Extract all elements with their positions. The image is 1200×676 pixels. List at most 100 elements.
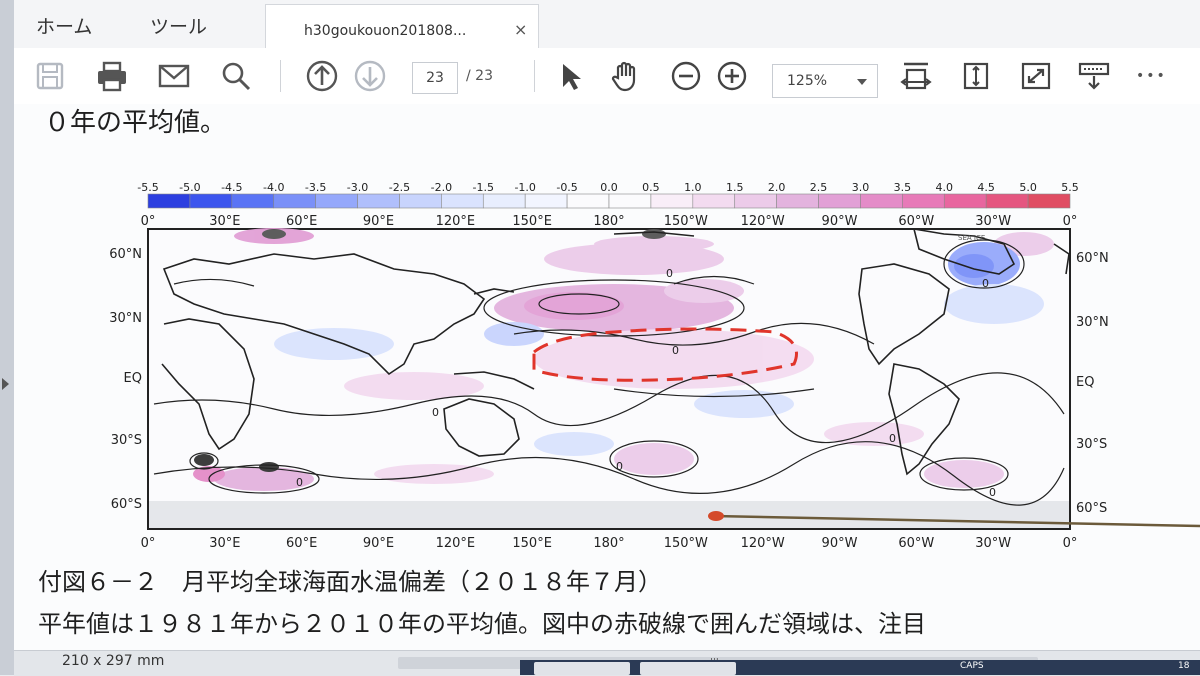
- colorbar-swatch: [1027, 193, 1071, 209]
- colorbar-swatch: [315, 193, 358, 209]
- contour-label: 0: [982, 277, 989, 290]
- menu-tools[interactable]: ツール: [150, 12, 207, 39]
- colorbar-swatch: [943, 193, 987, 209]
- x-tick-label-top: 0°: [141, 214, 156, 229]
- x-tick-label-bottom: 120°W: [741, 536, 785, 551]
- x-tick-label-top: 30°E: [209, 214, 240, 229]
- caps-indicator: CAPS: [960, 661, 984, 671]
- x-tick-label-bottom: 60°E: [286, 536, 317, 551]
- colorbar-tick-label: 3.5: [894, 181, 912, 194]
- colorbar-tick-label: -2.0: [431, 181, 452, 194]
- mail-icon[interactable]: [156, 58, 192, 94]
- page-up-icon[interactable]: [304, 58, 340, 94]
- select-arrow-icon[interactable]: [552, 58, 588, 94]
- x-tick-label-bottom: 30°E: [209, 536, 240, 551]
- x-tick-label-bottom: 0°: [1063, 536, 1078, 551]
- toolbar-separator: [280, 60, 281, 92]
- chevron-down-icon: [857, 79, 867, 85]
- page-down-icon[interactable]: [352, 58, 388, 94]
- contour-label: 0: [296, 476, 303, 489]
- x-tick-label-top: 60°E: [286, 214, 317, 229]
- colorbar-tick-label: 1.5: [726, 181, 744, 194]
- x-tick-label-bottom: 90°W: [822, 536, 858, 551]
- y-tick-label-right: 60°N: [1076, 251, 1109, 266]
- document-body-line: 平年値は１９８１年から２０１０年の平均値。図中の赤破線で囲んだ領域は、注目: [38, 610, 926, 638]
- search-icon[interactable]: [218, 58, 254, 94]
- colorbar-tick-label: 5.0: [1019, 181, 1037, 194]
- colorbar-tick-label: -5.5: [137, 181, 158, 194]
- document-tab[interactable]: h30goukouon201808... ×: [265, 4, 539, 49]
- colorbar-swatch: [524, 193, 568, 209]
- colorbar-tick-label: -1.5: [473, 181, 494, 194]
- save-icon[interactable]: [32, 58, 68, 94]
- colorbar-tick-label: 2.5: [810, 181, 828, 194]
- expand-panel-arrow-icon[interactable]: [2, 378, 9, 390]
- fullscreen-icon[interactable]: [1018, 58, 1054, 94]
- pointer-tip: [708, 511, 724, 521]
- document-tab-title: h30goukouon201808...: [304, 23, 467, 39]
- x-tick-label-top: 0°: [1063, 214, 1078, 229]
- colorbar-tick-label: -3.5: [305, 181, 326, 194]
- clock-label: 18: [1178, 661, 1190, 671]
- colorbar-swatch: [441, 193, 484, 209]
- y-tick-label-left: 30°S: [111, 433, 142, 448]
- x-tick-label-top: 30°W: [975, 214, 1011, 229]
- page-total-label: / 23: [466, 68, 493, 84]
- x-tick-label-bottom: 150°E: [512, 536, 552, 551]
- colorbar-swatch: [189, 193, 233, 209]
- x-tick-label-top: 120°W: [741, 214, 785, 229]
- contour-label: 0: [989, 486, 996, 499]
- y-tick-label-left: EQ: [124, 371, 142, 386]
- colorbar-tick-label: -5.0: [179, 181, 200, 194]
- colorbar-swatch: [231, 193, 275, 209]
- colorbar: -5.5 -5.0 -4.5 -4.0 -3.5 -3.0 -2.5 -2.0 -1.5 -1.0…: [137, 181, 1079, 209]
- x-tick-label-top: 180°: [593, 214, 624, 229]
- contour-label: 0: [432, 406, 439, 419]
- colorbar-tick-label: -0.5: [556, 181, 577, 194]
- y-tick-label-right: EQ: [1076, 375, 1094, 390]
- more-icon[interactable]: •••: [1136, 68, 1167, 84]
- zoom-out-icon[interactable]: [668, 58, 704, 94]
- colorbar-swatch: [692, 193, 736, 209]
- zoom-in-icon[interactable]: [714, 58, 750, 94]
- x-tick-label-top: 90°W: [822, 214, 858, 229]
- colorbar-tick-label: -4.5: [221, 181, 242, 194]
- contour-label: 0: [616, 460, 623, 473]
- colorbar-swatch: [734, 193, 777, 209]
- document-top-line: ０年の平均値。: [44, 108, 227, 138]
- fit-width-icon[interactable]: [898, 58, 934, 94]
- menu-bar: ホーム ツール: [14, 0, 1200, 49]
- fit-page-icon[interactable]: [958, 58, 994, 94]
- x-tick-label-top: 60°W: [898, 214, 934, 229]
- colorbar-swatch: [566, 193, 610, 209]
- print-icon[interactable]: [94, 58, 130, 94]
- x-tick-label-top: 120°E: [436, 214, 476, 229]
- x-tick-label-bottom: 150°W: [664, 536, 708, 551]
- page-size-label: 210 x 297 mm: [62, 653, 165, 669]
- menu-home[interactable]: ホーム: [36, 12, 92, 39]
- colorbar-swatch: [650, 193, 694, 209]
- colorbar-swatch: [399, 193, 442, 209]
- taskbar-button[interactable]: [534, 662, 630, 675]
- y-tick-label-left: 30°N: [109, 311, 142, 326]
- zoom-select[interactable]: 125%: [772, 64, 878, 98]
- taskbar-button[interactable]: [640, 662, 736, 675]
- close-tab-icon[interactable]: ×: [514, 20, 527, 39]
- colorbar-swatch: [902, 193, 945, 209]
- x-tick-label-bottom: 90°E: [363, 536, 394, 551]
- hand-icon[interactable]: [608, 58, 644, 94]
- left-panel-edge: [0, 0, 14, 675]
- contour-label: 0: [672, 344, 679, 357]
- y-tick-label-right: 60°S: [1076, 501, 1107, 516]
- x-tick-label-top: 150°W: [664, 214, 708, 229]
- read-mode-icon[interactable]: [1076, 58, 1112, 94]
- x-tick-label-bottom: 180°: [593, 536, 624, 551]
- y-tick-label-right: 30°N: [1076, 315, 1109, 330]
- page-number-input[interactable]: 23: [412, 62, 458, 94]
- colorbar-tick-label: -4.0: [263, 181, 284, 194]
- colorbar-tick-label: -2.5: [389, 181, 410, 194]
- y-tick-label-right: 30°S: [1076, 437, 1107, 452]
- y-tick-label-left: 60°S: [111, 497, 142, 512]
- contour-label: 0: [889, 432, 896, 445]
- colorbar-tick-label: 0.5: [642, 181, 660, 194]
